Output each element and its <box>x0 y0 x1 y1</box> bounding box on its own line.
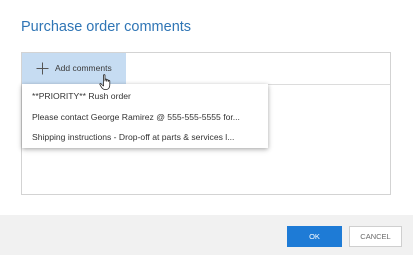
dialog-footer: OK CANCEL <box>0 215 413 255</box>
plus-icon <box>36 62 49 75</box>
dropdown-item-priority-rush[interactable]: **PRIORITY** Rush order <box>22 86 268 106</box>
purchase-order-comments-dialog: Purchase order comments Add comments **P… <box>0 0 413 255</box>
dialog-title: Purchase order comments <box>21 19 192 35</box>
comments-dropdown-menu: **PRIORITY** Rush order Please contact G… <box>22 84 268 148</box>
dropdown-item-contact-george[interactable]: Please contact George Ramirez @ 555-555-… <box>22 107 268 127</box>
hand-cursor-icon <box>99 74 111 90</box>
cancel-button[interactable]: CANCEL <box>349 226 402 247</box>
comments-toolbar: Add comments <box>22 53 390 85</box>
dropdown-item-shipping-instructions[interactable]: Shipping instructions - Drop-off at part… <box>22 127 268 147</box>
ok-button[interactable]: OK <box>287 226 342 247</box>
add-comments-label: Add comments <box>55 63 112 73</box>
